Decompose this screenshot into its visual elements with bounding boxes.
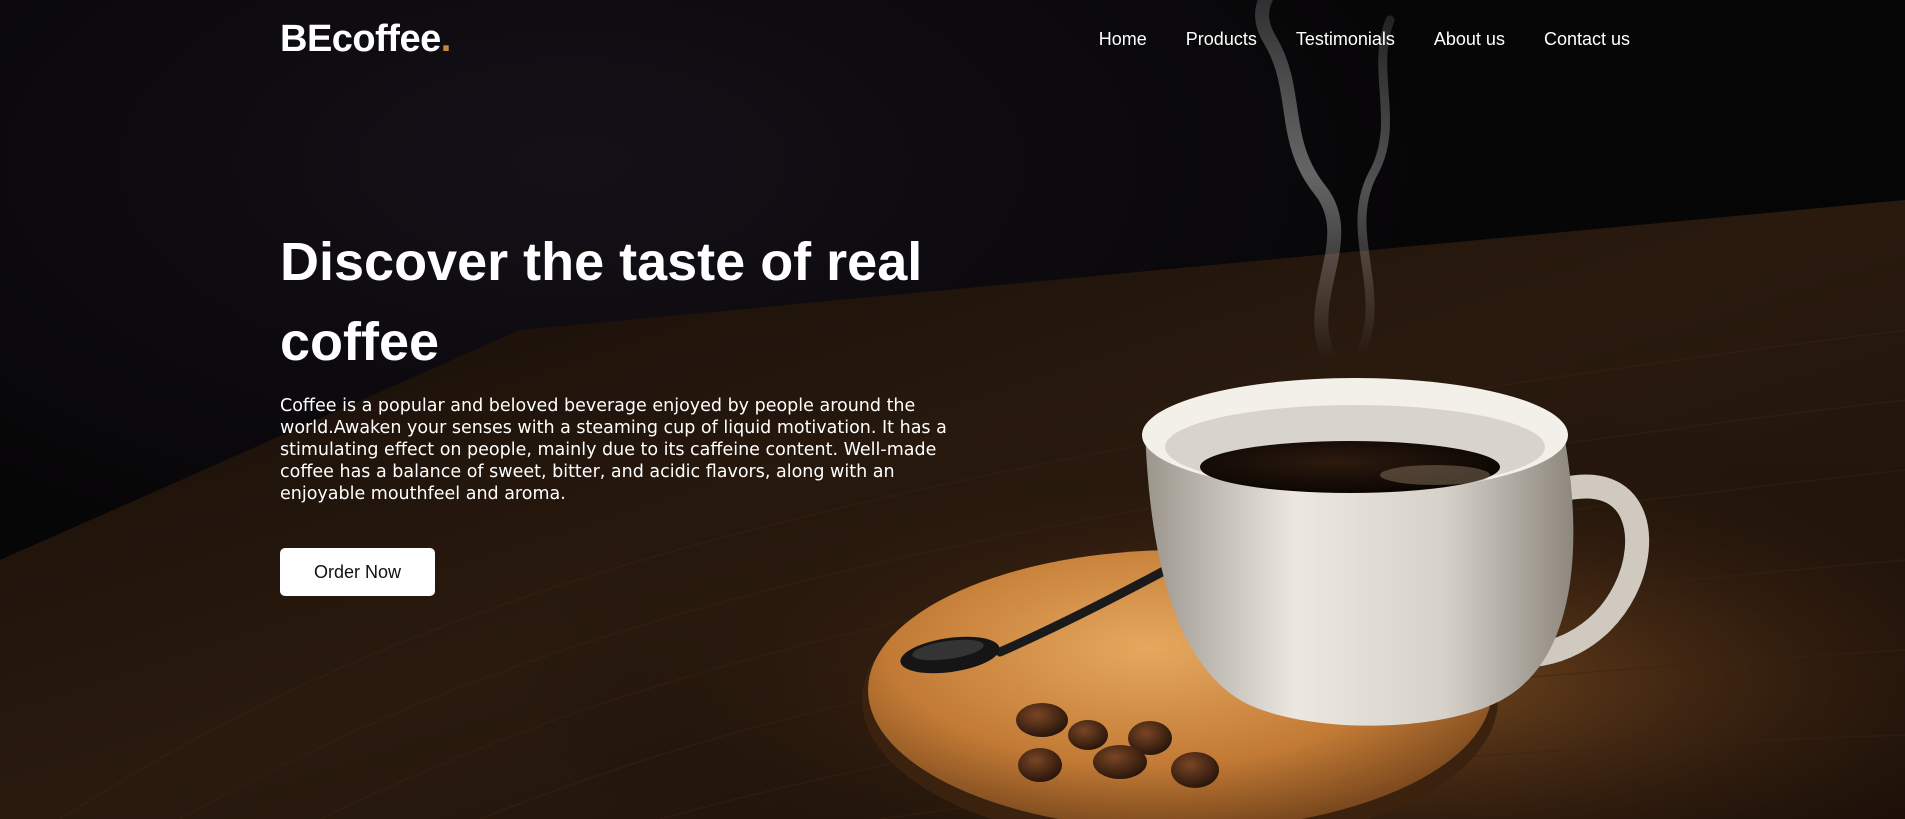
- hero-section: BEcoffee. Home Products Testimonials Abo…: [0, 0, 1905, 819]
- top-navigation: BEcoffee. Home Products Testimonials Abo…: [0, 0, 1905, 80]
- hero-headline: Discover the taste of real coffee: [280, 232, 923, 372]
- nav-link-contact-us[interactable]: Contact us: [1544, 28, 1630, 50]
- nav-link-about-us[interactable]: About us: [1434, 28, 1505, 50]
- nav-link-home[interactable]: Home: [1099, 28, 1147, 50]
- nav-link-testimonials[interactable]: Testimonials: [1296, 28, 1395, 50]
- nav-links: Home Products Testimonials About us Cont…: [1099, 28, 1630, 50]
- brand-name: BEcoffee: [280, 18, 441, 60]
- nav-link-products[interactable]: Products: [1186, 28, 1257, 50]
- brand-logo[interactable]: BEcoffee.: [280, 18, 451, 60]
- brand-dot: .: [440, 18, 452, 60]
- hero-description: Coffee is a popular and beloved beverage…: [280, 396, 947, 504]
- order-now-button[interactable]: Order Now: [280, 548, 435, 596]
